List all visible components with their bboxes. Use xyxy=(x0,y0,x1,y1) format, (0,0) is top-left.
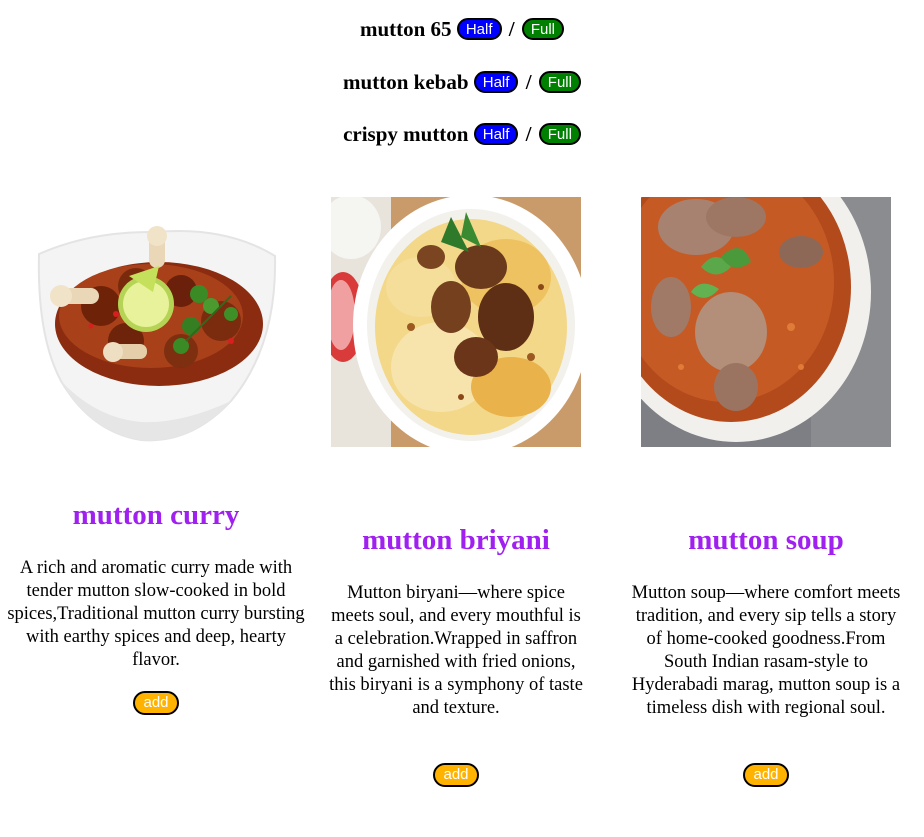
add-button[interactable]: add xyxy=(743,763,789,787)
full-button[interactable]: Full xyxy=(538,71,581,94)
mutton-curry-image xyxy=(31,196,281,446)
menu-item-mutton-kebab: mutton kebab Half / Full xyxy=(0,68,924,96)
menu-item-name: mutton kebab xyxy=(343,70,469,94)
half-button[interactable]: Half xyxy=(456,18,502,41)
card-title-mutton-soup: mutton soup xyxy=(688,524,844,556)
full-button[interactable]: Full xyxy=(538,123,581,146)
card-description: Mutton biryani—where spice meets soul, a… xyxy=(329,583,583,718)
separator: / xyxy=(525,70,532,94)
mutton-briyani-image xyxy=(331,197,581,447)
mutton-soup-image xyxy=(641,197,891,447)
card-description: A rich and aromatic curry made with tend… xyxy=(7,558,305,670)
full-button[interactable]: Full xyxy=(521,18,565,41)
card-description: Mutton soup—where comfort meets traditio… xyxy=(631,583,901,718)
half-button[interactable]: Half xyxy=(473,71,519,94)
menu-item-crispy-mutton: crispy mutton Half / Full xyxy=(0,120,924,148)
add-button[interactable]: add xyxy=(433,763,479,787)
add-button[interactable]: add xyxy=(133,691,179,715)
menu-item-name: mutton 65 xyxy=(359,17,452,41)
menu-item-mutton-65: mutton 65 Half / Full xyxy=(0,15,924,43)
separator: / xyxy=(525,122,532,146)
card-title-mutton-curry: mutton curry xyxy=(72,499,240,531)
card-title-mutton-briyani: mutton briyani xyxy=(362,524,550,556)
half-button[interactable]: Half xyxy=(473,123,519,146)
menu-item-name: crispy mutton xyxy=(343,122,469,146)
separator: / xyxy=(508,17,515,41)
